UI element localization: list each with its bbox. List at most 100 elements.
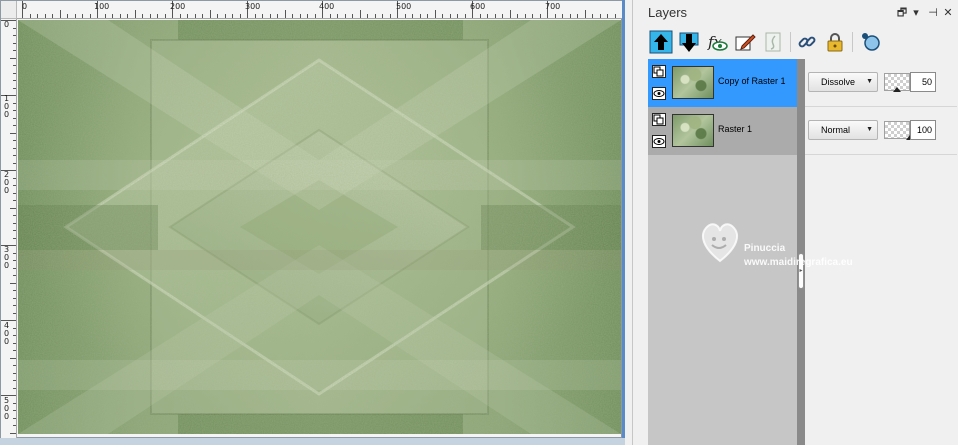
h-ruler-label: 200 bbox=[170, 2, 186, 11]
layer-thumbnail bbox=[672, 66, 714, 99]
link-icon[interactable] bbox=[795, 30, 819, 54]
visibility-toggle-icon[interactable]: fx bbox=[705, 30, 729, 54]
ruler-tick bbox=[419, 14, 421, 18]
blend-mode-select[interactable]: Dissolve ▼ bbox=[808, 72, 878, 92]
ruler-tick bbox=[389, 14, 391, 18]
ruler-tick bbox=[10, 432, 16, 434]
blend-mode-select[interactable]: Normal ▼ bbox=[808, 120, 878, 140]
ruler-tick bbox=[13, 185, 16, 186]
close-icon[interactable]: ✕ bbox=[941, 6, 955, 20]
ruler-tick bbox=[119, 14, 121, 18]
v-ruler-label: 0 bbox=[3, 20, 10, 29]
layer-group-icon[interactable] bbox=[652, 65, 666, 78]
kaleidoscope-pattern bbox=[18, 20, 621, 434]
ruler-tick bbox=[209, 10, 211, 18]
ruler-tick bbox=[374, 14, 376, 18]
layer-controls bbox=[651, 63, 669, 103]
mask-icon[interactable] bbox=[761, 30, 785, 54]
ruler-tick bbox=[10, 282, 16, 284]
ruler-tick bbox=[13, 342, 16, 344]
ruler-tick bbox=[37, 14, 38, 18]
ruler-tick bbox=[13, 260, 16, 261]
opacity-slider-marker[interactable] bbox=[893, 87, 901, 92]
ruler-tick bbox=[457, 14, 458, 18]
ruler-tick bbox=[59, 10, 61, 18]
ruler-tick bbox=[67, 14, 68, 18]
ruler-tick bbox=[13, 140, 16, 141]
layer-controls bbox=[651, 111, 669, 151]
chevron-down-icon[interactable]: ▾ bbox=[909, 6, 923, 20]
opacity-input[interactable]: 100 bbox=[910, 120, 936, 140]
ruler-tick bbox=[13, 425, 16, 426]
ruler-tick bbox=[269, 14, 271, 18]
blend-mode-value: Normal bbox=[821, 125, 851, 135]
ruler-tick bbox=[359, 10, 361, 18]
h-ruler-label: 100 bbox=[94, 2, 110, 11]
layer-group-icon[interactable] bbox=[652, 113, 666, 126]
ruler-tick bbox=[10, 207, 16, 209]
canvas-window-border bbox=[622, 0, 625, 445]
ruler-tick bbox=[10, 357, 16, 359]
canvas-window: 0 100 200 300 400 500 600 700 0 1 0 0 2 … bbox=[0, 0, 625, 445]
v-ruler-label: 2 0 0 bbox=[3, 170, 10, 195]
ruler-tick bbox=[329, 14, 331, 18]
ruler-tick bbox=[13, 402, 16, 404]
ruler-tick bbox=[412, 14, 413, 18]
layer-row-copy-of-raster-1[interactable]: Copy of Raster 1 bbox=[648, 59, 797, 107]
move-layer-down-icon[interactable] bbox=[677, 30, 701, 54]
ruler-tick bbox=[13, 327, 16, 329]
ruler-tick bbox=[13, 42, 16, 44]
canvas-frame: 0 100 200 300 400 500 600 700 0 1 0 0 2 … bbox=[0, 0, 622, 438]
ruler-tick bbox=[13, 230, 16, 231]
layer-row-raster-1[interactable]: Raster 1 bbox=[648, 107, 797, 155]
ruler-tick bbox=[599, 14, 601, 18]
ruler-tick bbox=[524, 14, 526, 18]
lock-icon[interactable] bbox=[823, 30, 847, 54]
ruler-tick bbox=[239, 14, 241, 18]
ruler-tick bbox=[13, 222, 16, 224]
layers-toolbar: fx bbox=[633, 27, 958, 57]
ruler-tick bbox=[149, 14, 151, 18]
ruler-tick bbox=[44, 14, 46, 18]
eye-icon[interactable] bbox=[652, 135, 666, 148]
layers-list: Copy of Raster 1 Raster 1 ▸ Dissolve ▼ 5… bbox=[648, 59, 957, 445]
properties-icon[interactable] bbox=[859, 30, 883, 54]
ruler-tick bbox=[104, 14, 106, 18]
ruler-tick bbox=[607, 14, 608, 18]
restore-icon[interactable]: 🗗 bbox=[895, 6, 909, 20]
ruler-tick bbox=[13, 102, 16, 104]
eye-icon[interactable] bbox=[652, 87, 666, 100]
ruler-tick bbox=[224, 14, 226, 18]
opacity-input[interactable]: 50 bbox=[910, 72, 936, 92]
ruler-tick bbox=[13, 290, 16, 291]
ruler-tick bbox=[13, 275, 16, 276]
h-ruler-label: 500 bbox=[396, 2, 412, 11]
ruler-tick bbox=[502, 14, 503, 18]
ruler-tick bbox=[314, 14, 316, 18]
chevron-down-icon: ▼ bbox=[866, 126, 873, 133]
ruler-tick bbox=[13, 297, 16, 299]
ruler-tick bbox=[82, 14, 83, 18]
ruler-tick bbox=[367, 14, 368, 18]
ruler-tick bbox=[112, 14, 113, 18]
ruler-tick bbox=[577, 14, 578, 18]
ruler-tick bbox=[13, 110, 16, 111]
ruler-tick bbox=[13, 65, 16, 66]
ruler-tick bbox=[614, 14, 616, 18]
ruler-tick bbox=[284, 10, 286, 18]
ruler-tick bbox=[13, 117, 16, 119]
move-layer-up-icon[interactable] bbox=[649, 30, 673, 54]
ruler-tick bbox=[194, 14, 196, 18]
ruler-tick bbox=[179, 14, 181, 18]
edit-icon[interactable] bbox=[733, 30, 757, 54]
image-canvas[interactable] bbox=[18, 20, 621, 434]
ruler-tick bbox=[479, 14, 481, 18]
ruler-tick bbox=[29, 14, 31, 18]
ruler-tick bbox=[13, 50, 16, 51]
ruler-tick bbox=[13, 312, 16, 314]
v-ruler-label: 4 0 0 bbox=[3, 321, 10, 346]
pin-icon[interactable]: ⊣ bbox=[926, 6, 940, 20]
heart-logo-icon bbox=[702, 223, 738, 263]
ruler-tick bbox=[344, 14, 346, 18]
ruler-tick bbox=[427, 14, 428, 18]
